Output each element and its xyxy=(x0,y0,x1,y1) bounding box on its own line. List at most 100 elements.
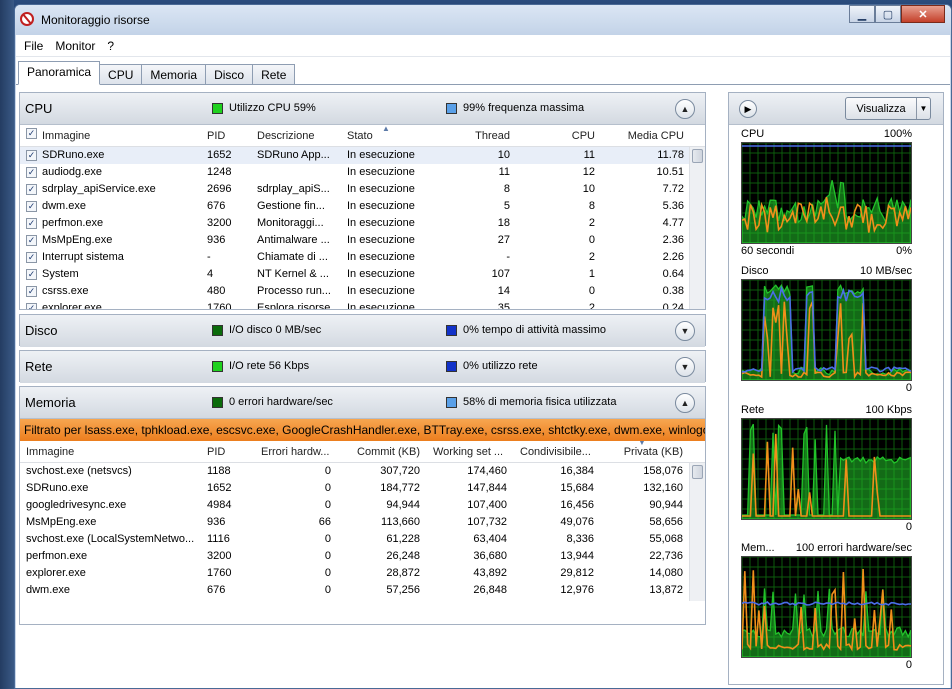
menu-file[interactable]: File xyxy=(24,39,43,53)
table-row[interactable]: svchost.exe (LocalSystemNetwo... 1116 0 61,… xyxy=(20,531,705,548)
table-row[interactable]: ScreenHunter7Free.exe4528011,55626,75617… xyxy=(20,599,705,601)
table-row[interactable]: ✓ dwm.exe 676 Gestione fin... In esecuzione 5… xyxy=(20,198,705,215)
disk-activity-stat: 0% tempo di attività massimo xyxy=(446,324,606,336)
row-checkbox[interactable]: ✓ xyxy=(26,252,37,263)
row-checkbox[interactable]: ✓ xyxy=(26,218,37,229)
close-button[interactable]: ✕ xyxy=(901,5,945,23)
cpu-frequency-stat: 99% frequenza massima xyxy=(446,102,584,114)
menu-help[interactable]: ? xyxy=(107,39,114,53)
table-cell: Gestione fin... xyxy=(257,200,325,212)
col-commit[interactable]: Commit (KB) xyxy=(342,446,420,458)
table-row[interactable]: MsMpEng.exe 936 66 113,660 107,732 49,076 58,6… xyxy=(20,514,705,531)
row-checkbox[interactable]: ✓ xyxy=(26,303,37,309)
col-pid[interactable]: PID xyxy=(207,130,225,142)
cpu-table-scrollbar[interactable] xyxy=(689,147,705,309)
tab-cpu[interactable]: CPU xyxy=(99,64,143,84)
scrollbar-thumb[interactable] xyxy=(692,149,703,163)
row-checkbox[interactable]: ✓ xyxy=(26,235,37,246)
network-section-header[interactable]: Rete I/O rete 56 Kbps 0% utilizzo rete ▼ xyxy=(20,351,705,383)
table-cell: 174,460 xyxy=(467,465,507,477)
row-checkbox[interactable]: ✓ xyxy=(26,184,37,195)
cpu-table-body: ✓ SDRuno.exe 1652 SDRuno App... In esecuzion… xyxy=(20,147,705,309)
table-row[interactable]: ✓ System 4 NT Kernel & ... In esecuzione 107 1… xyxy=(20,266,705,283)
col-description[interactable]: Descrizione xyxy=(257,130,314,142)
dropdown-arrow-icon[interactable]: ▼ xyxy=(916,98,930,119)
table-row[interactable]: ✓ MsMpEng.exe 936 Antimalware ... In esecuzi… xyxy=(20,232,705,249)
table-cell: 147,844 xyxy=(467,482,507,494)
graph-min-label: 0% xyxy=(896,245,912,257)
col-hard-faults[interactable]: Errori hardw... xyxy=(261,446,329,458)
collapse-chevron-icon[interactable]: ▲ xyxy=(675,393,695,413)
table-row[interactable]: perfmon.exe 3200 0 26,248 36,680 13,944 22,736 xyxy=(20,548,705,565)
graph-top-labels: Rete 100 Kbps xyxy=(737,403,912,418)
cpu-section-header[interactable]: CPU Utilizzo CPU 59% 99% frequenza massi… xyxy=(20,93,705,125)
table-row[interactable]: googledrivesync.exe 4984 0 94,944 107,400 16,… xyxy=(20,497,705,514)
table-row[interactable]: dwm.exe 676 0 57,256 26,848 12,976 13,872 xyxy=(20,582,705,599)
col-image[interactable]: Immagine xyxy=(26,446,74,458)
table-cell: SDRuno.exe xyxy=(26,482,89,494)
table-cell: 8 xyxy=(588,200,595,212)
disk-section-header[interactable]: Disco I/O disco 0 MB/sec 0% tempo di att… xyxy=(20,315,705,347)
memory-faults-text: 0 errori hardware/sec xyxy=(229,396,333,408)
memory-table-scrollbar[interactable] xyxy=(689,463,705,601)
row-checkbox[interactable]: ✓ xyxy=(26,167,37,178)
row-checkbox[interactable]: ✓ xyxy=(26,286,37,297)
table-cell: 10 xyxy=(497,149,510,161)
expand-chevron-icon[interactable]: ▼ xyxy=(675,357,695,377)
table-cell: Esplora risorse xyxy=(257,302,331,309)
menu-monitor[interactable]: Monitor xyxy=(55,39,95,53)
col-threads[interactable]: Thread xyxy=(432,130,510,142)
row-checkbox[interactable]: ✓ xyxy=(26,201,37,212)
expand-chevron-icon[interactable]: ▼ xyxy=(675,321,695,341)
col-image[interactable]: Immagine xyxy=(42,130,90,142)
network-io-text: I/O rete 56 Kbps xyxy=(229,360,310,372)
select-all-checkbox[interactable]: ✓ xyxy=(26,128,37,139)
visualize-dropdown[interactable]: Visualizza ▼ xyxy=(845,97,931,120)
table-cell: 936 xyxy=(207,234,226,246)
col-shareable[interactable]: Condivisibile... xyxy=(520,446,591,458)
col-status[interactable]: Stato xyxy=(347,130,373,142)
table-cell: audiodg.exe xyxy=(42,166,102,178)
table-row[interactable]: ✓ Interrupt sistema - Chiamate di ... In ese… xyxy=(20,249,705,266)
table-row[interactable]: explorer.exe 1760 0 28,872 43,892 29,812 14,08… xyxy=(20,565,705,582)
filter-banner[interactable]: Filtrato per lsass.exe, tphkload.exe, es… xyxy=(20,419,705,441)
maximize-button[interactable]: ▢ xyxy=(875,5,901,23)
table-row[interactable]: ✓ explorer.exe 1760 Esplora risorse In esecu… xyxy=(20,300,705,309)
table-cell: 12,976 xyxy=(560,584,594,596)
table-row[interactable]: ✓ sdrplay_apiService.exe 2696 sdrplay_apiS.… xyxy=(20,181,705,198)
collapse-chevron-icon[interactable]: ▲ xyxy=(675,99,695,119)
tab-network[interactable]: Rete xyxy=(252,64,296,84)
col-cpu[interactable]: CPU xyxy=(517,130,595,142)
col-avg-cpu[interactable]: Media CPU xyxy=(602,130,684,142)
table-cell: 12 xyxy=(582,166,595,178)
cpu-frequency-swatch xyxy=(446,102,457,114)
chevron-right-icon[interactable]: ▶ xyxy=(739,100,757,118)
tab-overview[interactable]: Panoramica xyxy=(18,61,101,85)
table-row[interactable]: ✓ audiodg.exe 1248 In esecuzione 11 12 10.51 xyxy=(20,164,705,181)
table-cell: 35 xyxy=(497,302,510,309)
table-row[interactable]: ✓ csrss.exe 480 Processo run... In esecuzion… xyxy=(20,283,705,300)
col-private[interactable]: Privata (KB) xyxy=(608,446,683,458)
title-bar[interactable]: Monitoraggio risorse ▁ ▢ ✕ xyxy=(15,5,951,35)
table-cell: 158,076 xyxy=(643,465,683,477)
table-row[interactable]: svchost.exe (netsvcs) 1188 0 307,720 174,460… xyxy=(20,463,705,480)
table-row[interactable]: SDRuno.exe 1652 0 184,772 147,844 15,684 132,1… xyxy=(20,480,705,497)
col-working-set[interactable]: Working set ... xyxy=(433,446,503,458)
row-checkbox[interactable]: ✓ xyxy=(26,150,37,161)
table-row[interactable]: ✓ SDRuno.exe 1652 SDRuno App... In esecuzion… xyxy=(20,147,705,164)
table-cell: 1188 xyxy=(207,465,231,477)
network-usage-swatch xyxy=(446,360,457,372)
scrollbar-thumb[interactable] xyxy=(692,465,703,479)
disk-io-swatch xyxy=(212,324,223,336)
row-checkbox[interactable]: ✓ xyxy=(26,269,37,280)
minimize-button[interactable]: ▁ xyxy=(849,5,875,23)
table-cell: 13,872 xyxy=(649,584,683,596)
memory-section-header[interactable]: Memoria 0 errori hardware/sec 58% di mem… xyxy=(20,387,705,419)
tab-memory[interactable]: Memoria xyxy=(141,64,207,84)
tab-disk[interactable]: Disco xyxy=(205,64,254,84)
col-pid[interactable]: PID xyxy=(207,446,225,458)
table-cell: In esecuzione xyxy=(347,200,415,212)
table-cell: 61,228 xyxy=(386,533,420,545)
table-row[interactable]: ✓ perfmon.exe 3200 Monitoraggi... In esecuzi… xyxy=(20,215,705,232)
table-cell: 3200 xyxy=(207,217,232,229)
